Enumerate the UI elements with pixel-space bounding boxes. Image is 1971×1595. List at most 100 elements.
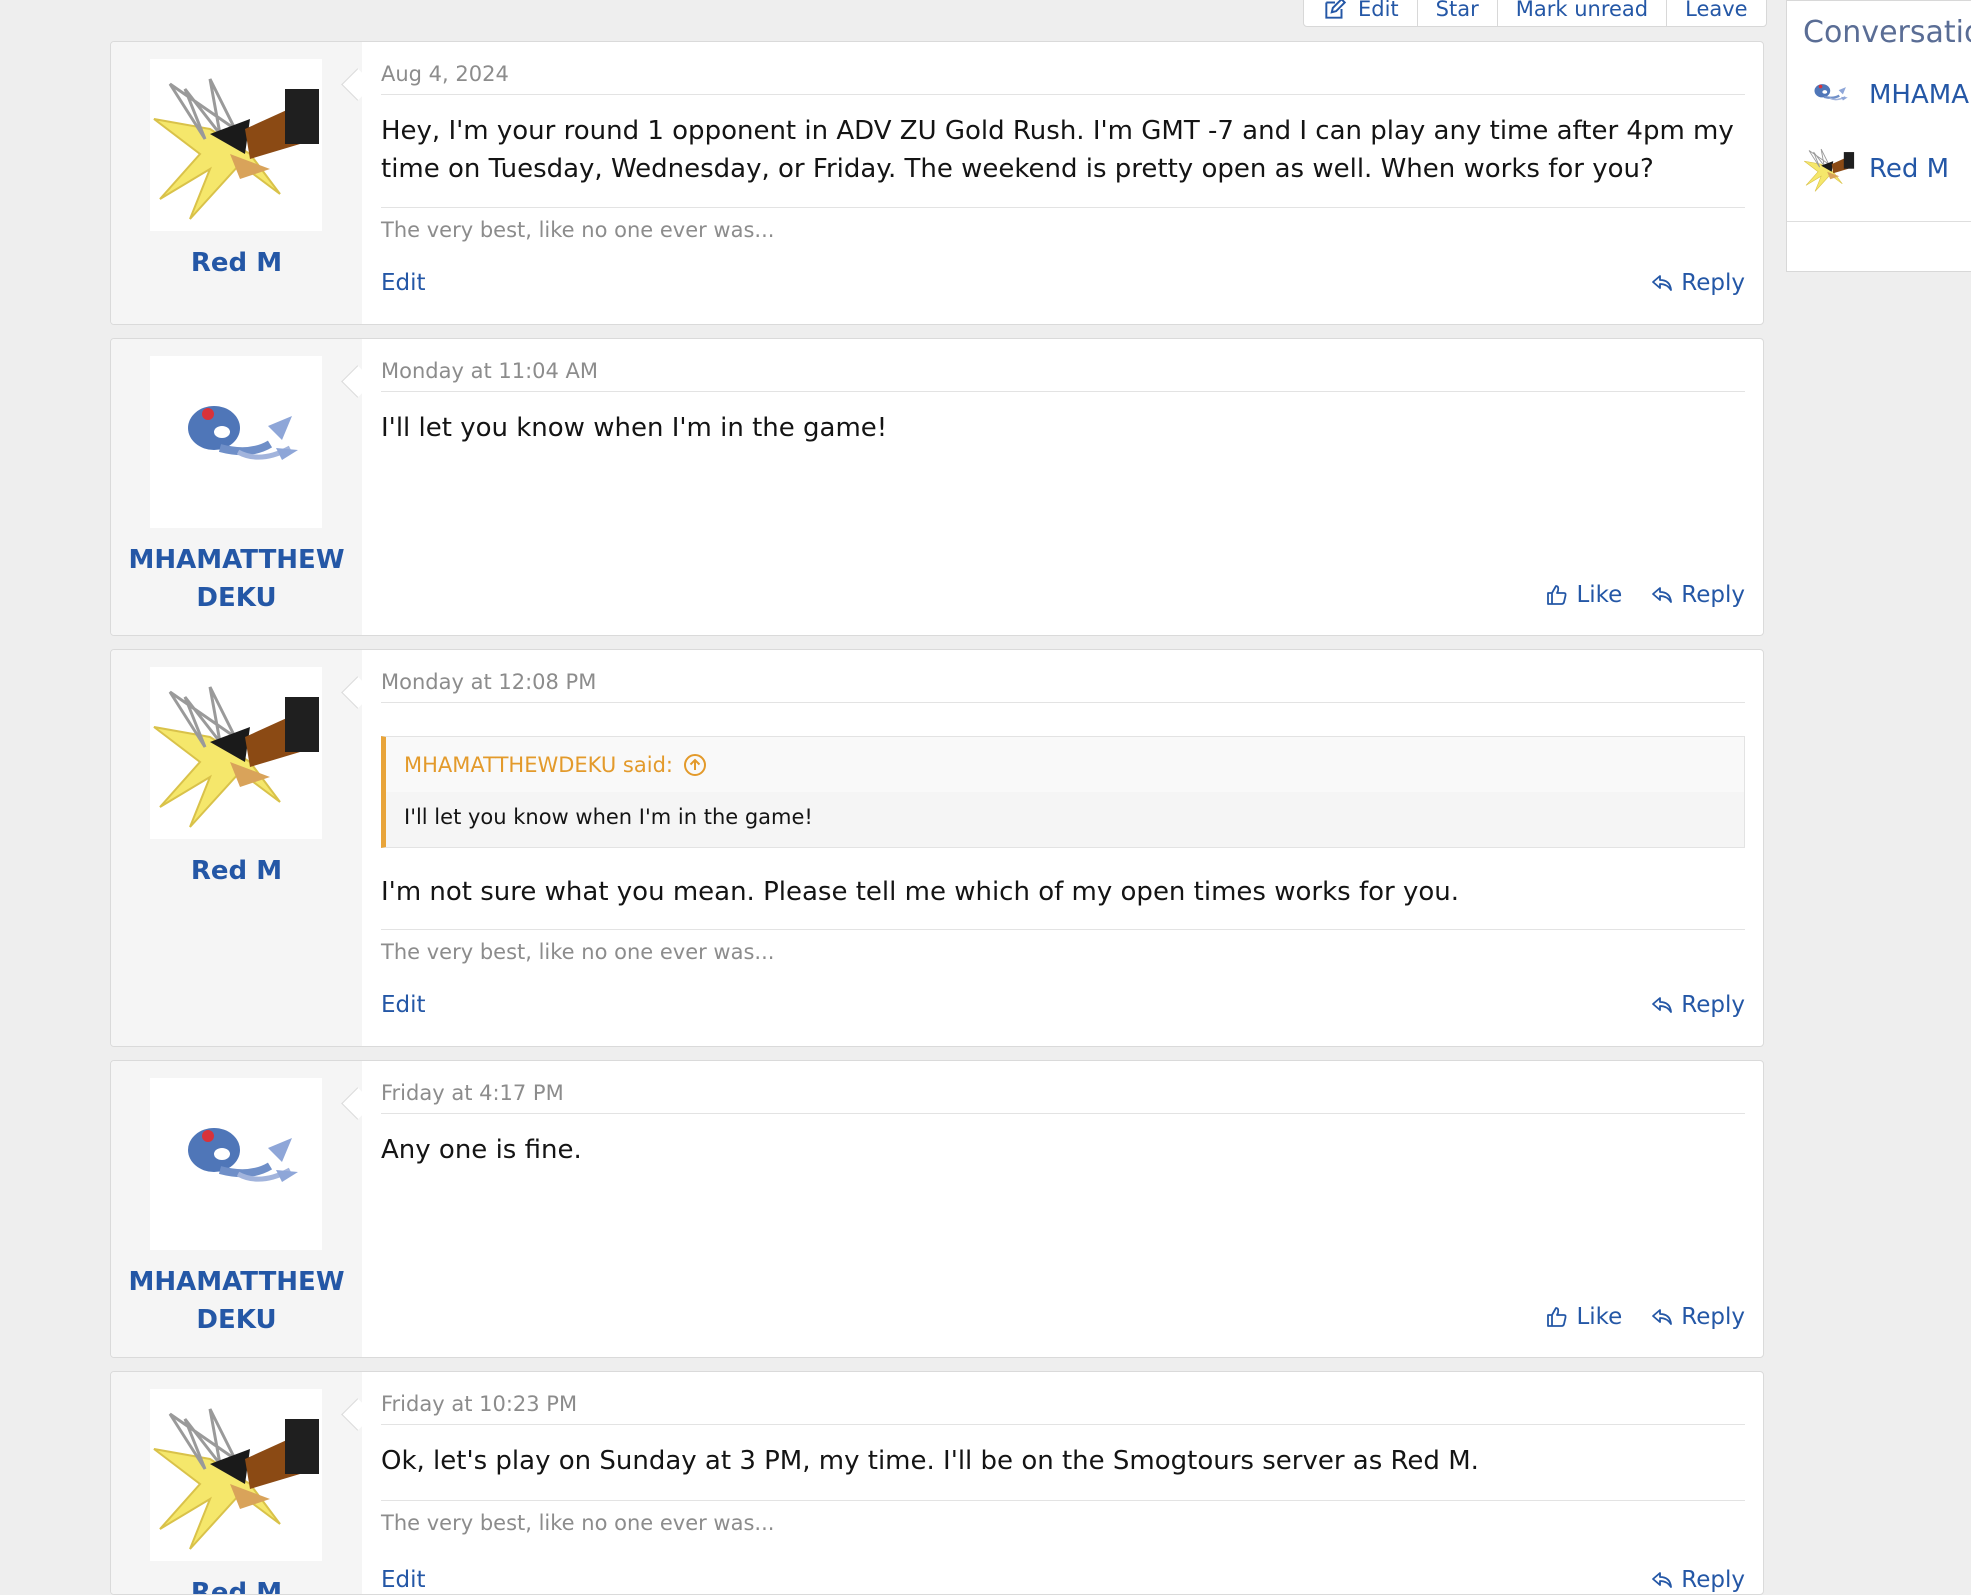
avatar[interactable]: [1803, 143, 1855, 195]
avatar[interactable]: [150, 59, 322, 231]
like-button[interactable]: Like: [1545, 1304, 1622, 1330]
participant-item-mhama[interactable]: MHAMA: [1803, 69, 1969, 121]
avatar[interactable]: [150, 1078, 322, 1250]
message-body: Monday at 11:04 AM I'll let you know whe…: [381, 339, 1745, 635]
reply-icon: [1650, 583, 1674, 607]
edit-conversation-button[interactable]: Edit: [1304, 0, 1417, 26]
message-date[interactable]: Aug 4, 2024: [381, 62, 509, 86]
username-line: MHAMATTHEW: [128, 545, 345, 575]
conversation-sidebar: Conversation MHAMA Red M: [1786, 0, 1971, 272]
thumbs-up-icon: [1545, 583, 1569, 607]
sidebar-title: Conversation: [1803, 15, 1971, 50]
quote-header[interactable]: MHAMATTHEWDEKU said:: [386, 737, 1744, 792]
participant-name[interactable]: MHAMA: [1869, 80, 1969, 110]
star-label: Star: [1435, 0, 1479, 21]
username-line: MHAMATTHEW: [128, 1267, 345, 1297]
reply-label: Reply: [1681, 992, 1745, 1018]
divider: [381, 1500, 1745, 1501]
message-date[interactable]: Friday at 4:17 PM: [381, 1081, 564, 1105]
username[interactable]: Red M: [111, 244, 362, 282]
message-actions: Reply: [1650, 270, 1745, 296]
username[interactable]: MHAMATTHEW DEKU: [111, 1263, 362, 1339]
fish-sprite-icon: [150, 356, 322, 528]
reply-label: Reply: [1681, 1304, 1745, 1330]
divider: [381, 94, 1745, 95]
divider: [381, 702, 1745, 703]
signature: The very best, like no one ever was...: [381, 1511, 775, 1535]
message-user-panel: Red M: [111, 1372, 362, 1594]
arrow-up-circle-icon[interactable]: [683, 753, 707, 777]
quote-author: MHAMATTHEWDEKU said:: [404, 752, 673, 777]
username[interactable]: Red M: [111, 852, 362, 890]
quote-text: I'll let you know when I'm in the game!: [404, 805, 813, 829]
username[interactable]: Red M: [111, 1574, 362, 1594]
message-user-panel: MHAMATTHEW DEKU: [111, 1061, 362, 1357]
reply-button[interactable]: Reply: [1650, 1304, 1745, 1330]
message-actions: Reply: [1650, 1567, 1745, 1593]
edit-button[interactable]: Edit: [381, 1567, 426, 1593]
bird-sprite-icon: [150, 667, 322, 839]
username-line: DEKU: [196, 583, 277, 613]
bird-sprite-icon: [150, 1389, 322, 1561]
message-date[interactable]: Friday at 10:23 PM: [381, 1392, 577, 1416]
message-user-panel: MHAMATTHEW DEKU: [111, 339, 362, 635]
avatar[interactable]: [150, 356, 322, 528]
divider: [381, 929, 1745, 930]
message-body: Monday at 12:08 PM MHAMATTHEWDEKU said: …: [381, 650, 1745, 1046]
mark-unread-button[interactable]: Mark unread: [1496, 0, 1666, 26]
reply-button[interactable]: Reply: [1650, 992, 1745, 1018]
bird-sprite-icon: [1803, 139, 1855, 199]
reply-label: Reply: [1681, 270, 1745, 296]
fish-sprite-icon: [150, 1078, 322, 1250]
avatar[interactable]: [1803, 69, 1855, 121]
reply-label: Reply: [1681, 582, 1745, 608]
message-user-panel: Red M: [111, 42, 362, 324]
leave-label: Leave: [1685, 0, 1748, 21]
star-button[interactable]: Star: [1416, 0, 1497, 26]
sidebar-divider: [1787, 221, 1971, 222]
reply-button[interactable]: Reply: [1650, 270, 1745, 296]
reply-button[interactable]: Reply: [1650, 582, 1745, 608]
message-text: Hey, I'm your round 1 opponent in ADV ZU…: [381, 116, 1734, 184]
leave-button[interactable]: Leave: [1666, 0, 1765, 26]
message: MHAMATTHEW DEKU Monday at 11:04 AM I'll …: [110, 338, 1764, 636]
reply-icon: [1650, 271, 1674, 295]
message-body: Friday at 4:17 PM Any one is fine. Like …: [381, 1061, 1745, 1357]
avatar[interactable]: [150, 667, 322, 839]
signature: The very best, like no one ever was...: [381, 940, 775, 964]
message-text: Any one is fine.: [381, 1135, 582, 1165]
message-actions: Like Reply: [1545, 582, 1745, 608]
edit-conversation-label: Edit: [1358, 0, 1399, 21]
message: Red M Monday at 12:08 PM MHAMATTHEWDEKU …: [110, 649, 1764, 1047]
quote-block: MHAMATTHEWDEKU said: I'll let you know w…: [381, 736, 1745, 848]
edit-button[interactable]: Edit: [381, 992, 426, 1018]
participant-name[interactable]: Red M: [1869, 154, 1949, 184]
reply-icon: [1650, 993, 1674, 1017]
conversation-toolbar: Edit Star Mark unread Leave: [1303, 0, 1767, 27]
like-label: Like: [1576, 1304, 1623, 1330]
message: MHAMATTHEW DEKU Friday at 4:17 PM Any on…: [110, 1060, 1764, 1358]
divider: [381, 1113, 1745, 1114]
message-body: Friday at 10:23 PM Ok, let's play on Sun…: [381, 1372, 1745, 1594]
bird-sprite-icon: [150, 59, 322, 231]
reply-icon: [1650, 1568, 1674, 1592]
message-date[interactable]: Monday at 11:04 AM: [381, 359, 598, 383]
message-date[interactable]: Monday at 12:08 PM: [381, 670, 596, 694]
edit-button[interactable]: Edit: [381, 270, 426, 296]
reply-label: Reply: [1681, 1567, 1745, 1593]
fish-sprite-icon: [1803, 69, 1855, 121]
divider: [381, 1424, 1745, 1425]
avatar[interactable]: [150, 1389, 322, 1561]
username[interactable]: MHAMATTHEW DEKU: [111, 541, 362, 617]
participant-item-red-m[interactable]: Red M: [1803, 143, 1949, 195]
mark-unread-label: Mark unread: [1515, 0, 1649, 21]
message-actions: Like Reply: [1545, 1304, 1745, 1330]
reply-button[interactable]: Reply: [1650, 1567, 1745, 1593]
reply-icon: [1650, 1305, 1674, 1329]
username-line: DEKU: [196, 1305, 277, 1335]
divider: [381, 207, 1745, 208]
message-body: Aug 4, 2024 Hey, I'm your round 1 oppone…: [381, 42, 1745, 324]
like-button[interactable]: Like: [1545, 582, 1622, 608]
message-text: I'll let you know when I'm in the game!: [381, 413, 888, 443]
edit-icon: [1325, 0, 1347, 19]
